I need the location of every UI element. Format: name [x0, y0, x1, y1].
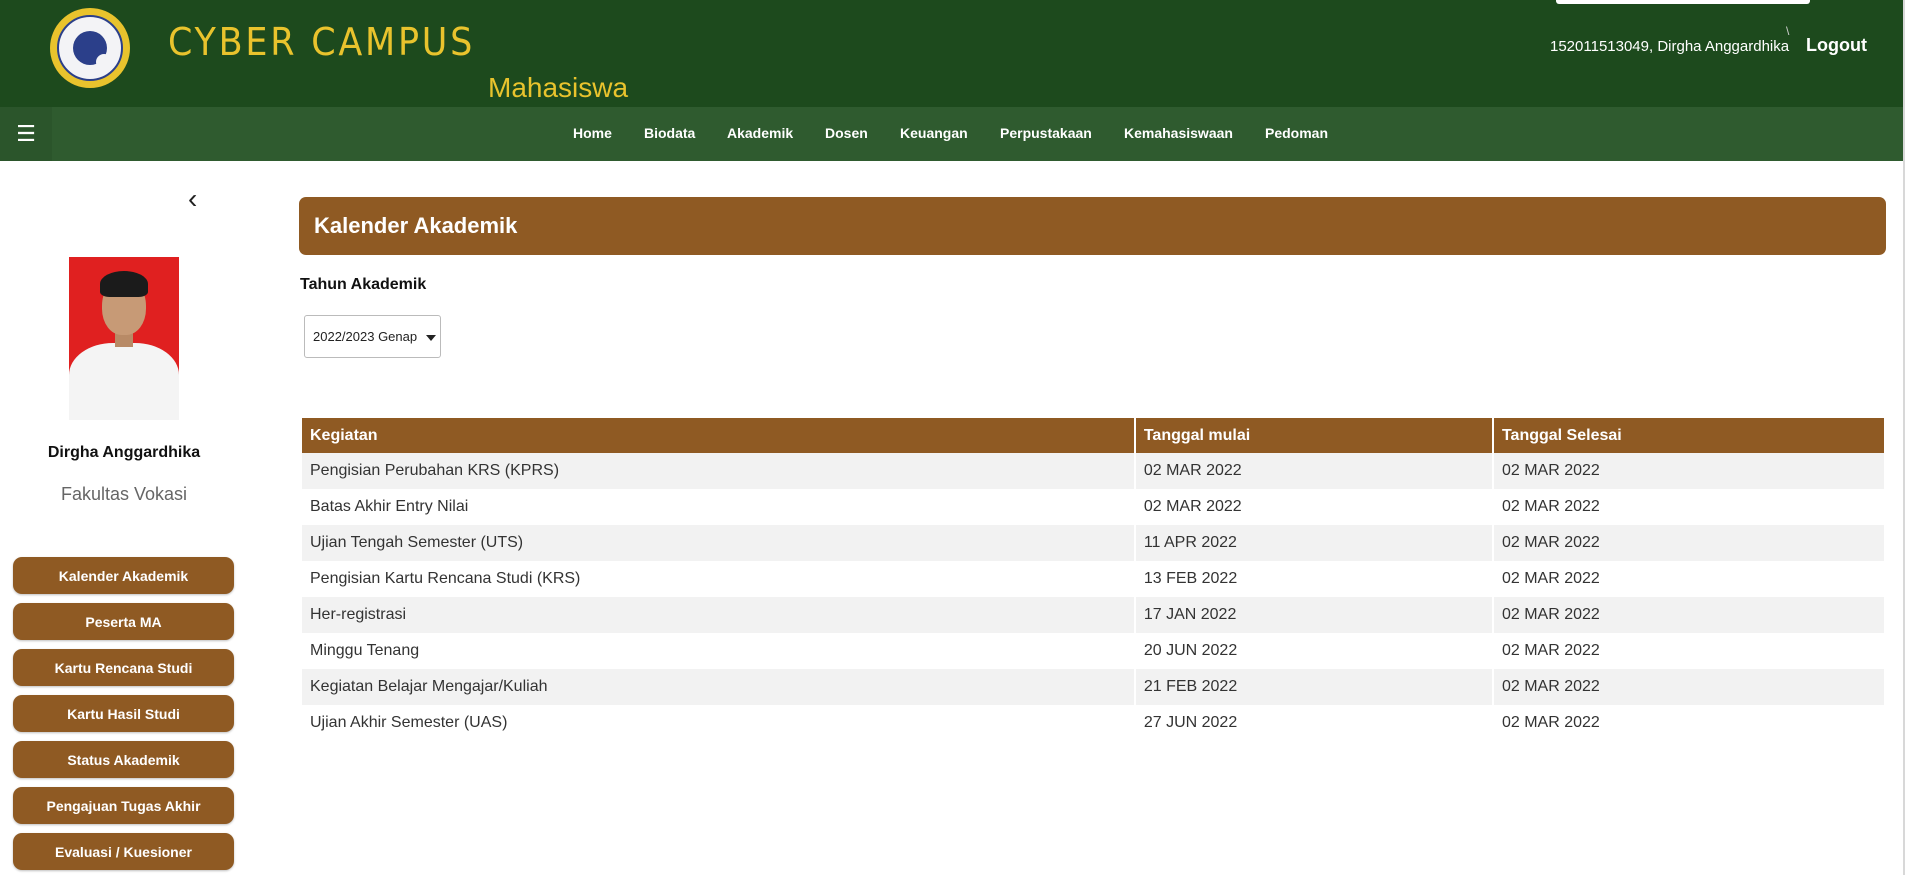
cell-tanggal-mulai: 21 FEB 2022: [1135, 669, 1492, 705]
column-header-tanggal-selesai: Tanggal Selesai: [1493, 418, 1884, 453]
cell-tanggal-mulai: 20 JUN 2022: [1135, 633, 1492, 669]
nav-item-keuangan[interactable]: Keuangan: [900, 125, 968, 141]
cell-kegiatan: Pengisian Perubahan KRS (KPRS): [302, 453, 1134, 489]
cell-kegiatan: Batas Akhir Entry Nilai: [302, 489, 1134, 525]
nav-item-dosen[interactable]: Dosen: [825, 125, 868, 141]
cell-tanggal-selesai: 02 MAR 2022: [1493, 669, 1884, 705]
brand-subtitle: Mahasiswa: [488, 72, 629, 103]
hamburger-menu-icon[interactable]: ☰: [0, 107, 52, 161]
cell-kegiatan: Her-registrasi: [302, 597, 1134, 633]
cell-tanggal-selesai: 02 MAR 2022: [1493, 453, 1884, 489]
sidebar-collapse-icon[interactable]: ‹: [188, 183, 197, 215]
academic-year-label: Tahun Akademik: [300, 276, 427, 293]
nav-item-biodata[interactable]: Biodata: [644, 125, 695, 141]
cell-tanggal-mulai: 02 MAR 2022: [1135, 489, 1492, 525]
cell-tanggal-mulai: 17 JAN 2022: [1135, 597, 1492, 633]
student-name: Dirgha Anggardhika: [47, 444, 201, 461]
table-row: Batas Akhir Entry Nilai 02 MAR 2022 02 M…: [302, 489, 1884, 525]
student-faculty: Fakultas Vokasi: [60, 484, 188, 504]
cell-kegiatan: Minggu Tenang: [302, 633, 1134, 669]
cell-kegiatan: Ujian Akhir Semester (UAS): [302, 705, 1134, 741]
table-row: Kegiatan Belajar Mengajar/Kuliah 21 FEB …: [302, 669, 1884, 705]
logout-link[interactable]: Logout: [1806, 35, 1867, 56]
cell-kegiatan: Pengisian Kartu Rencana Studi (KRS): [302, 561, 1134, 597]
sidebar-button-peserta-ma[interactable]: Peserta MA: [13, 603, 234, 640]
cell-kegiatan: Ujian Tengah Semester (UTS): [302, 525, 1134, 561]
cell-tanggal-mulai: 02 MAR 2022: [1135, 453, 1492, 489]
top-header: CYBER CAMPUS Mahasiswa \ 152011513049, D…: [0, 0, 1903, 107]
table-row: Minggu Tenang 20 JUN 2022 02 MAR 2022: [302, 633, 1884, 669]
main-nav: ☰ Home Biodata Akademik Dosen Keuangan P…: [0, 107, 1903, 161]
university-logo-icon: [50, 8, 130, 88]
table-row: Pengisian Perubahan KRS (KPRS) 02 MAR 20…: [302, 453, 1884, 489]
caret-down-icon: [426, 335, 436, 341]
table-row: Her-registrasi 17 JAN 2022 02 MAR 2022: [302, 597, 1884, 633]
cell-kegiatan: Kegiatan Belajar Mengajar/Kuliah: [302, 669, 1134, 705]
cell-tanggal-mulai: 11 APR 2022: [1135, 525, 1492, 561]
top-search-bar[interactable]: [1556, 0, 1810, 4]
nav-item-home[interactable]: Home: [573, 125, 612, 141]
cell-tanggal-selesai: 02 MAR 2022: [1493, 489, 1884, 525]
table-row: Ujian Tengah Semester (UTS) 11 APR 2022 …: [302, 525, 1884, 561]
page-header: Kalender Akademik: [299, 197, 1886, 255]
nav-item-kemahasiswaan[interactable]: Kemahasiswaan: [1124, 125, 1233, 141]
sidebar-button-kalender-akademik[interactable]: Kalender Akademik: [13, 557, 234, 594]
sidebar-button-evaluasi-kuesioner[interactable]: Evaluasi / Kuesioner: [13, 833, 234, 870]
sidebar-button-status-akademik[interactable]: Status Akademik: [13, 741, 234, 778]
calendar-table: Kegiatan Tanggal mulai Tanggal Selesai P…: [300, 418, 1886, 741]
column-header-tanggal-mulai: Tanggal mulai: [1135, 418, 1492, 453]
brand-title: CYBER CAMPUS: [168, 20, 476, 64]
table-header-row: Kegiatan Tanggal mulai Tanggal Selesai: [302, 418, 1884, 453]
page-title: Kalender Akademik: [314, 213, 518, 238]
sidebar-button-kartu-rencana-studi[interactable]: Kartu Rencana Studi: [13, 649, 234, 686]
cell-tanggal-selesai: 02 MAR 2022: [1493, 633, 1884, 669]
table-row: Pengisian Kartu Rencana Studi (KRS) 13 F…: [302, 561, 1884, 597]
cell-tanggal-selesai: 02 MAR 2022: [1493, 561, 1884, 597]
nav-item-akademik[interactable]: Akademik: [727, 125, 793, 141]
user-identity: 152011513049, Dirgha Anggardhika: [1550, 38, 1790, 55]
academic-year-select[interactable]: 2022/2023 Genap: [304, 315, 441, 358]
sidebar-button-kartu-hasil-studi[interactable]: Kartu Hasil Studi: [13, 695, 234, 732]
cell-tanggal-mulai: 13 FEB 2022: [1135, 561, 1492, 597]
academic-year-selected-value: 2022/2023 Genap: [313, 329, 418, 344]
header-separator: \: [1786, 24, 1790, 38]
column-header-kegiatan: Kegiatan: [302, 418, 1134, 453]
cell-tanggal-selesai: 02 MAR 2022: [1493, 597, 1884, 633]
table-row: Ujian Akhir Semester (UAS) 27 JUN 2022 0…: [302, 705, 1884, 741]
student-photo: [69, 257, 179, 420]
cell-tanggal-mulai: 27 JUN 2022: [1135, 705, 1492, 741]
nav-item-pedoman[interactable]: Pedoman: [1265, 125, 1328, 141]
sidebar-button-pengajuan-tugas-akhir[interactable]: Pengajuan Tugas Akhir: [13, 787, 234, 824]
cell-tanggal-selesai: 02 MAR 2022: [1493, 525, 1884, 561]
nav-item-perpustakaan[interactable]: Perpustakaan: [1000, 125, 1092, 141]
cell-tanggal-selesai: 02 MAR 2022: [1493, 705, 1884, 741]
